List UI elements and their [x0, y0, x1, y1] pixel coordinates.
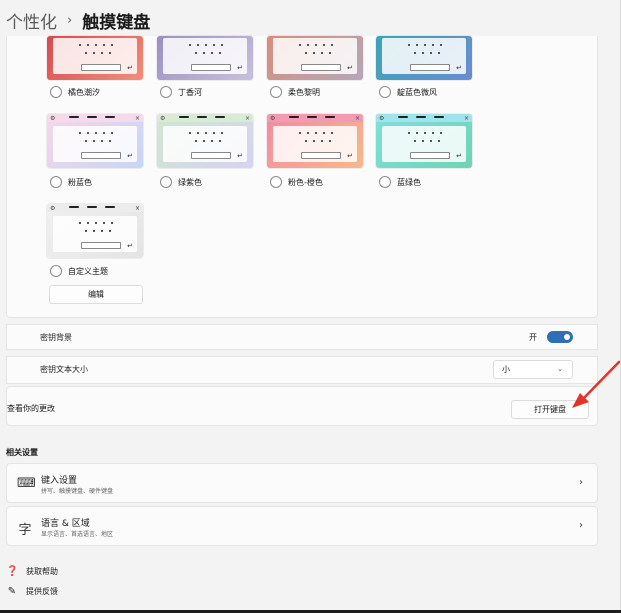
key-background-row: 密钥背景 开 [6, 324, 598, 350]
theme-label: 橘色潮汐 [68, 87, 100, 97]
chevron-right-icon: › [579, 520, 583, 531]
theme-option[interactable]: 绿紫色 [160, 176, 202, 188]
gear-icon: ⚙ [270, 114, 276, 122]
feedback-icon: ✎ [7, 586, 17, 597]
close-icon: × [244, 114, 250, 122]
chevron-right-icon: › [579, 477, 583, 488]
toggle-state-label: 开 [529, 332, 537, 342]
theme-option[interactable]: 粉色-橙色 [270, 176, 323, 188]
language-region-card[interactable]: 字 语言 & 区域 显示语言、首选语言、地区 › [6, 506, 598, 546]
enter-icon: ↵ [347, 152, 353, 160]
theme-label: 柔色黎明 [288, 87, 320, 97]
theme-tile[interactable]: ⚙ × ↵ [47, 114, 143, 168]
enter-icon: ↵ [456, 152, 462, 160]
language-icon: 字 [18, 523, 32, 538]
enter-icon: ↵ [237, 64, 243, 72]
theme-gallery-panel: ↵ 橘色潮汐 ↵ 丁香河 ↵ 柔色黎明 ↵ 靛蓝色微风 ⚙ × ↵ 粉蓝色 ⚙ × … [6, 36, 598, 318]
breadcrumb-parent-personalization[interactable]: 个性化 [6, 8, 57, 33]
edit-theme-button[interactable]: 编辑 [49, 285, 143, 304]
theme-option[interactable]: 蓝绿色 [379, 176, 421, 188]
page-title: 触摸键盘 [82, 12, 151, 33]
theme-label: 粉蓝色 [68, 177, 92, 187]
radio-button[interactable] [50, 176, 62, 188]
close-icon: × [354, 114, 360, 122]
typing-settings-card[interactable]: ⌨ 键入设置 拼写、触摸键盘、硬件键盘 › [6, 463, 598, 503]
theme-tile[interactable]: ⚙ × ↵ [267, 114, 363, 168]
radio-button[interactable] [50, 265, 62, 277]
radio-button[interactable] [270, 176, 282, 188]
gear-icon: ⚙ [50, 204, 56, 212]
theme-tile[interactable]: ↵ [157, 36, 253, 80]
key-background-toggle-group: 开 [529, 331, 573, 343]
card-subtitle: 显示语言、首选语言、地区 [41, 531, 114, 538]
breadcrumb: 个性化 › 触摸键盘 [6, 6, 150, 34]
key-background-label: 密钥背景 [40, 333, 72, 342]
theme-label: 蓝绿色 [397, 177, 421, 187]
radio-button[interactable] [160, 176, 172, 188]
key-background-toggle[interactable] [547, 331, 573, 343]
key-text-size-row: 密钥文本大小 小 ⌄ [6, 356, 598, 384]
theme-label: 丁香河 [178, 87, 202, 97]
review-changes-row: 查看你的更改 打开键盘 [6, 386, 598, 426]
enter-icon: ↵ [456, 64, 462, 72]
related-settings-title: 相关设置 [6, 448, 38, 457]
keyboard-icon: ⌨ [17, 476, 36, 491]
close-icon: × [134, 114, 140, 122]
give-feedback-label: 提供反馈 [26, 587, 58, 596]
breadcrumb-separator: › [67, 12, 73, 28]
gear-icon: ⚙ [160, 114, 166, 122]
radio-button[interactable] [379, 176, 391, 188]
theme-option[interactable]: 粉蓝色 [50, 176, 92, 188]
dropdown-value: 小 [502, 365, 510, 374]
enter-icon: ↵ [127, 64, 133, 72]
enter-icon: ↵ [237, 152, 243, 160]
close-icon: × [134, 204, 140, 212]
gear-icon: ⚙ [50, 114, 56, 122]
review-changes-label: 查看你的更改 [7, 404, 55, 413]
theme-tile[interactable]: ↵ [376, 36, 472, 80]
give-feedback-link[interactable]: ✎ 提供反馈 [6, 586, 58, 597]
theme-tile[interactable]: ↵ [267, 36, 363, 80]
theme-tile[interactable]: ↵ [47, 36, 143, 80]
theme-tile[interactable]: ⚙ × ↵ [376, 114, 472, 168]
theme-label: 自定义主题 [68, 266, 108, 276]
enter-icon: ↵ [347, 64, 353, 72]
enter-icon: ↵ [127, 152, 133, 160]
card-title: 语言 & 区域 [41, 519, 90, 529]
theme-option[interactable]: 靛蓝色微风 [379, 86, 437, 98]
card-title: 键入设置 [41, 476, 78, 486]
radio-button[interactable] [270, 86, 282, 98]
theme-option[interactable]: 丁香河 [160, 86, 202, 98]
chevron-down-icon: ⌄ [557, 365, 563, 373]
close-icon: × [463, 114, 469, 122]
theme-tile[interactable]: ⚙ × ↵ [157, 114, 253, 168]
open-keyboard-button[interactable]: 打开键盘 [511, 400, 589, 419]
radio-button[interactable] [379, 86, 391, 98]
theme-option[interactable]: 柔色黎明 [270, 86, 320, 98]
key-text-size-label: 密钥文本大小 [40, 365, 88, 374]
help-icon: ❓ [6, 566, 19, 577]
card-subtitle: 拼写、触摸键盘、硬件键盘 [41, 488, 114, 495]
theme-label: 靛蓝色微风 [397, 87, 437, 97]
theme-tile[interactable]: ⚙ × ↵ [47, 204, 143, 258]
theme-option[interactable]: 橘色潮汐 [50, 86, 100, 98]
gear-icon: ⚙ [379, 114, 385, 122]
key-text-size-dropdown[interactable]: 小 ⌄ [493, 360, 573, 379]
enter-icon: ↵ [127, 242, 133, 250]
radio-button[interactable] [50, 86, 62, 98]
get-help-link[interactable]: ❓ 获取帮助 [6, 566, 58, 577]
get-help-label: 获取帮助 [26, 567, 58, 576]
theme-label: 粉色-橙色 [288, 177, 323, 187]
theme-option[interactable]: 自定义主题 [50, 265, 108, 277]
radio-button[interactable] [160, 86, 172, 98]
theme-label: 绿紫色 [178, 177, 202, 187]
